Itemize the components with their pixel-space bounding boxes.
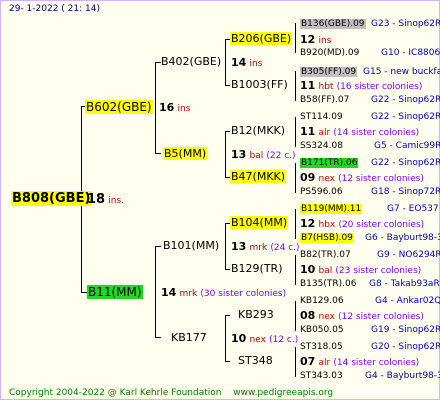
- generation-note: G23 - Sinop62R: [371, 19, 440, 29]
- connector: [225, 85, 230, 86]
- insemination-info: 13 bal (22 c.): [231, 148, 296, 162]
- insemination-info: 13 mrk (24 c.): [231, 240, 300, 254]
- dam-insemination: 16 ins: [159, 101, 191, 115]
- generation-note: G22 - Sinop62R: [371, 112, 440, 122]
- timestamp: 29- 1-2022 ( 21: 14): [9, 4, 100, 14]
- insemination-info: 07 alr (14 sister colonies): [300, 355, 420, 369]
- ancestor-queen[interactable]: B119(MM).11: [300, 203, 363, 215]
- queen-node[interactable]: B206(GBE): [230, 32, 293, 45]
- connector: [225, 269, 230, 270]
- generation-note: G6 - Bayburt98-3: [365, 233, 440, 243]
- insemination-info: 12 hbx (20 sister colonies): [300, 217, 425, 231]
- ancestor-queen[interactable]: ST318.05: [300, 341, 343, 353]
- queen-node[interactable]: B104(MM): [230, 216, 289, 229]
- root-insemination: 18 ins.: [87, 192, 125, 207]
- generation-note: G4 - Bayburt98-3: [365, 371, 440, 381]
- ancestor-queen[interactable]: KB129.06: [300, 295, 344, 307]
- ancestor-queen[interactable]: ST114.09: [300, 111, 343, 123]
- ancestor-queen[interactable]: B7(HSB).09: [300, 232, 354, 244]
- insemination-info: 14 ins: [231, 56, 263, 70]
- website-link[interactable]: www.pedigreeapis.org: [233, 388, 333, 398]
- queen-node[interactable]: B5(MM): [163, 147, 208, 160]
- generation-note: G15 - new buckfas: [363, 67, 440, 77]
- queen-node[interactable]: B47(MKK): [230, 170, 287, 183]
- queen-node[interactable]: B1003(FF): [231, 79, 288, 91]
- connector: [225, 131, 230, 132]
- insemination-info: 11 alr (14 sister colonies): [300, 125, 420, 139]
- ancestor-queen[interactable]: SS324.08: [300, 140, 343, 152]
- ancestor-queen[interactable]: B136(GBE).09: [300, 18, 366, 30]
- ancestor-queen[interactable]: B171(TR).06: [300, 157, 359, 169]
- generation-note: G10 - IC8806: [381, 48, 440, 58]
- ancestor-queen[interactable]: B920(MD).09: [300, 47, 359, 59]
- queen-node[interactable]: KB177: [171, 332, 207, 344]
- generation-note: G8 - Takab93aR: [369, 279, 440, 289]
- generation-note: G22 - Sinop62R: [371, 158, 440, 168]
- ancestor-queen[interactable]: KB050.05: [300, 324, 344, 336]
- generation-note: G9 - NO6294R: [377, 250, 440, 260]
- generation-note: G4 - Ankar02Q: [375, 296, 440, 306]
- insemination-info: 09 nex (12 sister colonies): [300, 171, 424, 185]
- queen-node[interactable]: B101(MM): [163, 240, 219, 252]
- connector: [225, 131, 226, 178]
- dam-queen[interactable]: B602(GBE): [85, 100, 153, 114]
- queen-node[interactable]: KB293: [238, 309, 274, 321]
- sire-queen[interactable]: B11(MM): [87, 285, 143, 299]
- connector: [225, 361, 230, 362]
- insemination-info: 08 nex (12 sister colonies): [300, 309, 424, 323]
- queen-node[interactable]: ST348: [238, 355, 273, 367]
- connector: [225, 223, 226, 270]
- generation-note: G19 - Sinop62R: [371, 325, 440, 335]
- connector: [225, 315, 230, 316]
- connector: [295, 23, 296, 53]
- copyright-text: Copyright 2004-2022 @ Karl Kehrle Founda…: [9, 388, 222, 398]
- connector: [155, 246, 156, 338]
- insemination-info: 11 hbt (16 sister colonies): [300, 79, 423, 93]
- connector: [295, 347, 296, 377]
- connector: [155, 337, 161, 338]
- ancestor-queen[interactable]: B305(FF).09: [300, 66, 358, 78]
- connector: [155, 62, 156, 154]
- sire-insemination: 14 mrk (30 sister colonies): [161, 286, 287, 300]
- queen-node[interactable]: B129(TR): [231, 263, 283, 275]
- pedigree-chart: 29- 1-2022 ( 21: 14) B808(GBE) 18 ins. B…: [0, 0, 440, 400]
- ancestor-queen[interactable]: B58(FF).07: [300, 94, 349, 106]
- connector: [295, 163, 296, 193]
- connector: [295, 71, 296, 101]
- connector: [155, 246, 161, 247]
- connector: [155, 153, 161, 154]
- root-queen[interactable]: B808(GBE): [11, 191, 92, 206]
- connector: [225, 315, 226, 362]
- generation-note: G22 - Sinop62R: [371, 95, 440, 105]
- ancestor-queen[interactable]: B135(TR).06: [300, 278, 356, 290]
- ancestor-queen[interactable]: B82(TR).07: [300, 249, 351, 261]
- generation-note: G18 - Sinop72R: [371, 187, 440, 197]
- connector: [295, 255, 296, 285]
- generation-note: G20 - Sinop62R: [371, 342, 440, 352]
- connector: [295, 301, 296, 331]
- insemination-info: 10 bal (23 sister colonies): [300, 263, 422, 277]
- generation-note: G7 - EO537: [387, 204, 439, 214]
- ancestor-queen[interactable]: ST343.03: [300, 370, 343, 382]
- queen-node[interactable]: B12(MKK): [231, 125, 285, 137]
- insemination-info: 12 ins: [300, 33, 332, 47]
- connector: [295, 117, 296, 147]
- generation-note: G5 - Camic99R: [374, 141, 440, 151]
- root-name[interactable]: B808(GBE): [11, 191, 92, 206]
- insemination-info: 10 nex (12 c.): [231, 332, 299, 346]
- connector: [295, 209, 296, 239]
- queen-node[interactable]: B402(GBE): [161, 56, 221, 68]
- connector: [225, 39, 226, 86]
- footer: Copyright 2004-2022 @ Karl Kehrle Founda…: [9, 387, 333, 399]
- ancestor-queen[interactable]: PS596.06: [300, 186, 343, 198]
